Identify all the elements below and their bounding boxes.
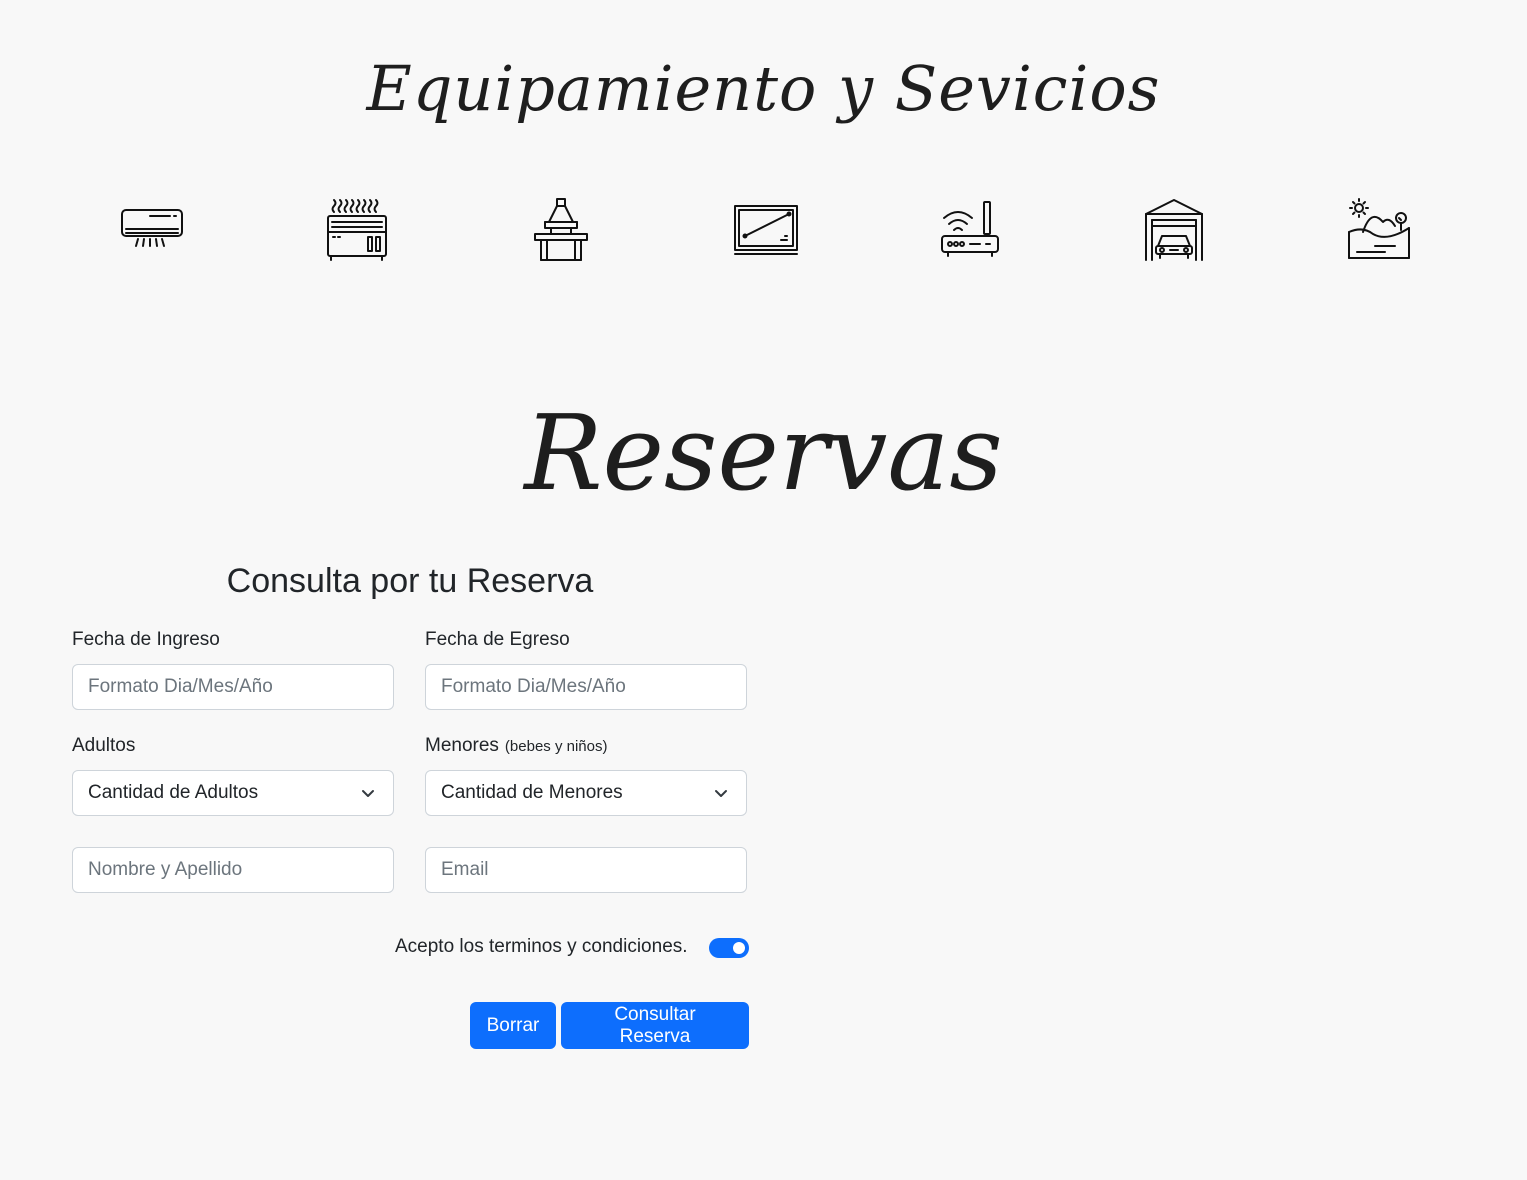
amenities-title: Equipamiento y Sevicios (366, 52, 1161, 125)
landscape-view-icon (1345, 196, 1413, 264)
checkout-label: Fecha de Egreso (425, 629, 570, 650)
barbecue-grill-icon (527, 196, 595, 264)
email-input[interactable] (425, 847, 747, 893)
checkin-date-input[interactable] (72, 664, 394, 710)
form-heading: Consulta por tu Reserva (226, 562, 594, 600)
minors-label: Menores (bebes y niños) (425, 735, 607, 757)
checkin-label: Fecha de Ingreso (72, 629, 220, 650)
minors-label-text: Menores (425, 735, 499, 756)
heater-icon (322, 196, 390, 264)
minors-select-value: Cantidad de Menores (441, 782, 623, 803)
wifi-router-icon (936, 196, 1004, 264)
minors-select[interactable]: Cantidad de Menores (425, 770, 747, 816)
clear-button[interactable]: Borrar (470, 1002, 556, 1049)
adults-select-value: Cantidad de Adultos (88, 782, 259, 803)
checkout-date-input[interactable] (425, 664, 747, 710)
minors-hint: (bebes y niños) (504, 738, 608, 755)
adults-label: Adultos (72, 735, 136, 756)
amenities-icons (0, 196, 1527, 264)
tv-icon (731, 196, 799, 264)
submit-reservation-button[interactable]: Consultar Reserva (561, 1002, 749, 1049)
adults-select[interactable]: Cantidad de Adultos (72, 770, 394, 816)
full-name-input[interactable] (72, 847, 394, 893)
air-conditioner-icon (118, 196, 186, 264)
chevron-down-icon (362, 790, 374, 797)
garage-icon (1140, 196, 1208, 264)
terms-toggle-switch[interactable] (709, 938, 749, 958)
toggle-knob (733, 942, 745, 954)
chevron-down-icon (715, 790, 727, 797)
terms-label: Acepto los terminos y condiciones. (395, 936, 688, 957)
reservations-title: Reservas (524, 392, 1003, 514)
